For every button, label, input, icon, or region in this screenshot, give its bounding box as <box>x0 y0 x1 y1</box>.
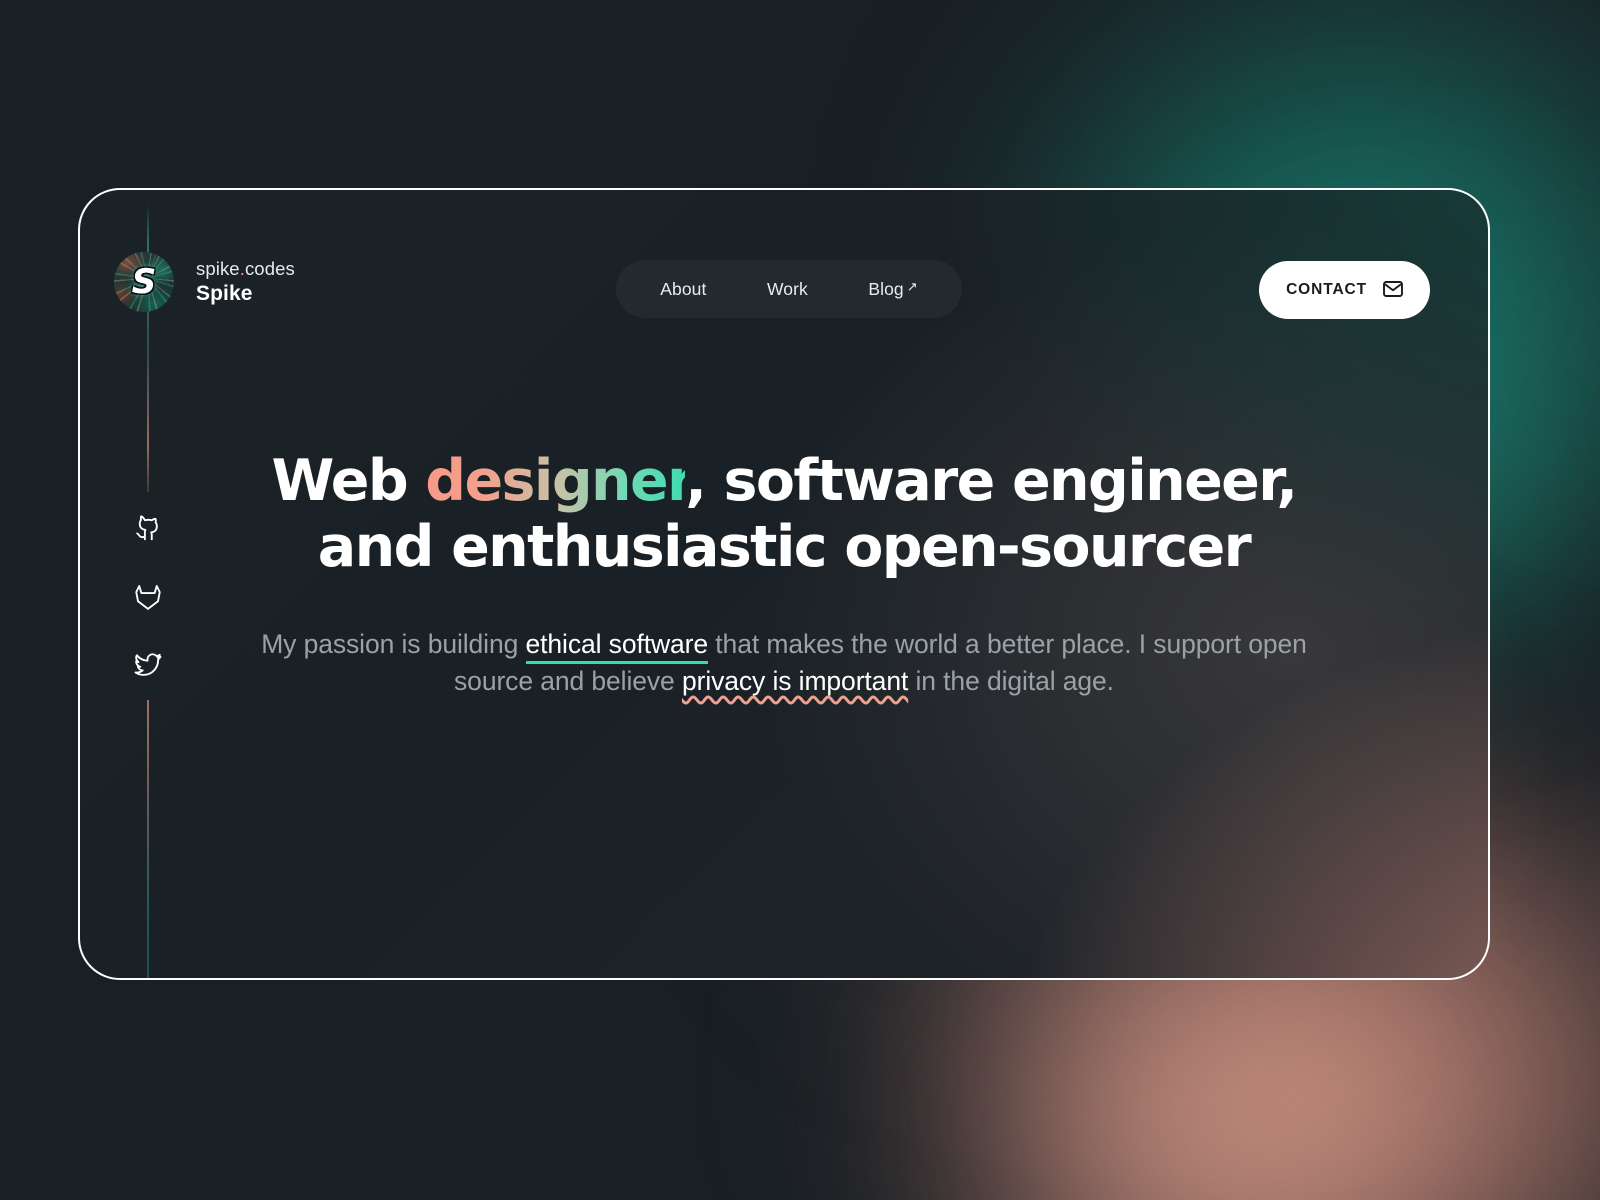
hero-card: S spike.codes Spike About Work Blog ↗ CO… <box>78 188 1490 980</box>
brand[interactable]: S spike.codes Spike <box>114 252 295 312</box>
description-highlight-ethical-software[interactable]: ethical software <box>525 629 708 665</box>
external-link-icon: ↗ <box>906 278 918 294</box>
brand-name: Spike <box>196 281 253 305</box>
site-header: S spike.codes Spike About Work Blog ↗ CO… <box>80 190 1488 390</box>
description-part-3: in the digital age. <box>908 665 1114 696</box>
main-navigation: About Work Blog ↗ <box>616 260 962 318</box>
nav-item-work[interactable]: Work <box>767 279 808 300</box>
contact-button-label: CONTACT <box>1286 281 1367 298</box>
avatar: S <box>114 252 174 312</box>
description-highlight-privacy[interactable]: privacy is important <box>682 666 908 696</box>
nav-item-about[interactable]: About <box>660 279 706 300</box>
nav-item-blog-label: Blog <box>868 278 904 299</box>
envelope-icon <box>1383 280 1403 300</box>
headline-gradient-word: designer <box>425 448 687 514</box>
nav-item-blog[interactable]: Blog ↗ <box>868 279 917 300</box>
headline-part-1: Web <box>271 448 426 514</box>
brand-handle: spike.codes <box>196 257 295 280</box>
nav-item-about-label: About <box>660 278 707 299</box>
hero-description: My passion is building ethical software … <box>80 626 1488 699</box>
avatar-letter: S <box>131 262 157 302</box>
contact-button[interactable]: CONTACT <box>1259 261 1430 319</box>
brand-handle-prefix: spike <box>196 257 240 279</box>
brand-text: spike.codes Spike <box>196 257 295 305</box>
nav-item-work-label: Work <box>766 278 808 299</box>
page-title: Web designer, software engineer, and ent… <box>80 448 1488 580</box>
hero-section: Web designer, software engineer, and ent… <box>80 448 1488 699</box>
rail-segment-bottom <box>147 700 149 978</box>
brand-handle-suffix: codes <box>244 257 295 279</box>
description-part-1: My passion is building <box>261 629 526 660</box>
